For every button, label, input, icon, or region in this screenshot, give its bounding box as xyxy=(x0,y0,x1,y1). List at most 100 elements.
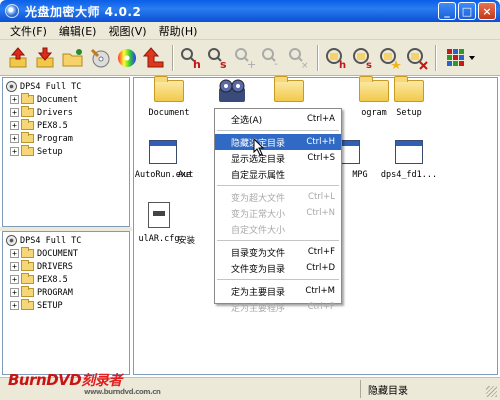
file-item-dps4-fd1[interactable]: dps4_fd1... xyxy=(374,140,444,180)
tree-item-program[interactable]: + Program xyxy=(6,132,129,145)
open-red-arrow-icon[interactable] xyxy=(6,44,32,72)
menu-help[interactable]: 帮助(H) xyxy=(153,23,204,39)
up-arrow-icon[interactable] xyxy=(141,44,167,72)
folder-icon xyxy=(274,76,304,102)
menu-hide-directory[interactable]: 隐藏选定目录Ctrl+H xyxy=(215,134,341,156)
tree-item-label: PEX8.5 xyxy=(37,274,68,285)
show-s-icon[interactable]: s xyxy=(205,44,231,72)
menu-directory-to-file[interactable]: 目录变为文件 Ctrl+F xyxy=(215,244,341,260)
close-button[interactable]: × xyxy=(478,2,496,20)
tree-item-label: DRIVERS xyxy=(37,261,73,272)
svg-text:-: - xyxy=(274,57,278,70)
folder-icon xyxy=(21,299,34,310)
expand-icon[interactable]: + xyxy=(10,121,19,130)
expand-icon[interactable]: + xyxy=(10,275,19,284)
maximize-button[interactable]: □ xyxy=(458,2,476,20)
menu-custom-file-size[interactable]: 自定文件大小 xyxy=(215,221,341,237)
enlarge-icon[interactable]: - xyxy=(259,44,285,72)
watermark-logo: BurnDVD刻录者 www.burndvd.com.cn xyxy=(8,370,161,396)
tree-item-label: Setup xyxy=(37,146,63,157)
svg-text:h: h xyxy=(193,58,201,70)
burn-disc-icon[interactable] xyxy=(87,44,113,72)
tree-item-program[interactable]: + PROGRAM xyxy=(6,286,129,299)
tree-root-label: DPS4 Full TC xyxy=(20,81,82,92)
tree-item-setup[interactable]: + SETUP xyxy=(6,299,129,312)
svg-text:×: × xyxy=(301,61,309,70)
expand-icon[interactable]: + xyxy=(10,249,19,258)
folder-icon xyxy=(21,286,34,297)
menu-file-to-directory[interactable]: 文件变为目录 Ctrl+D xyxy=(215,260,341,276)
watermark-url: www.burndvd.com.cn xyxy=(84,388,161,396)
tree-item-label: Drivers xyxy=(37,107,73,118)
svg-text:s: s xyxy=(220,58,227,70)
tree-item-label: DOCUMENT xyxy=(37,248,78,259)
tree-item-document[interactable]: + DOCUMENT xyxy=(6,247,129,260)
expand-icon[interactable]: + xyxy=(10,288,19,297)
file-item-setup[interactable]: Setup xyxy=(374,76,444,118)
menu-set-main-program[interactable]: 定为主要程序 Ctrl+P xyxy=(215,299,341,315)
hide-folder-h-icon[interactable]: h xyxy=(323,44,349,72)
folder-tree-bottom[interactable]: DPS4 Full TC + DOCUMENT + DRIVERS + PEX8.5 … xyxy=(2,231,130,375)
folder-tree-top[interactable]: DPS4 Full TC + Document + Drivers + PEX8.5 … xyxy=(2,77,130,227)
folder-icon xyxy=(154,76,184,102)
star-folder-icon[interactable] xyxy=(377,44,403,72)
tree-item-label: PROGRAM xyxy=(37,287,73,298)
menu-make-huge-file[interactable]: 变为超大文件 Ctrl+L xyxy=(215,189,341,205)
file-label: Setup xyxy=(396,108,422,118)
file-item-drivers[interactable] xyxy=(254,76,324,108)
menu-make-normal-size[interactable]: 变为正常大小 Ctrl+N xyxy=(215,205,341,221)
toolbar: h s + - × h s xyxy=(0,40,500,76)
delete-folder-icon[interactable] xyxy=(404,44,430,72)
file-item-anzhuang[interactable]: 安装 xyxy=(178,202,208,246)
shrink-icon[interactable]: + xyxy=(232,44,258,72)
resize-grip-icon[interactable] xyxy=(486,386,497,397)
context-menu: 全选(A)Ctrl+A 隐藏选定目录Ctrl+H 显示选定目录Ctrl+S 自定… xyxy=(214,108,342,314)
tree-item-drivers[interactable]: + DRIVERS xyxy=(6,260,129,273)
hide-h-icon[interactable]: h xyxy=(178,44,204,72)
menu-show-directory[interactable]: 显示选定目录 Ctrl+S xyxy=(215,150,341,166)
tree-item-label: PEX8.5 xyxy=(37,120,68,131)
menu-bar: 文件(F) 编辑(E) 视图(V) 帮助(H) xyxy=(0,22,500,40)
status-text: 隐藏目录 xyxy=(368,386,408,397)
view-grid-icon[interactable] xyxy=(445,44,479,72)
expand-icon[interactable]: + xyxy=(10,95,19,104)
folder-icon xyxy=(21,145,34,156)
cd-drive-icon xyxy=(6,235,17,246)
svg-text:+: + xyxy=(247,58,256,70)
file-item-document[interactable]: Document xyxy=(134,76,204,118)
expand-icon[interactable]: + xyxy=(10,301,19,310)
menu-file[interactable]: 文件(F) xyxy=(4,23,53,39)
menu-select-all[interactable]: 全选(A) Ctrl+A xyxy=(215,111,341,127)
tree-item-label: Program xyxy=(37,133,73,144)
open-folder-icon[interactable] xyxy=(60,44,86,72)
expand-icon[interactable]: + xyxy=(10,147,19,156)
save-down-arrow-icon[interactable] xyxy=(33,44,59,72)
tree-item-label: Document xyxy=(37,94,78,105)
menu-edit[interactable]: 编辑(E) xyxy=(53,23,103,39)
expand-icon[interactable]: + xyxy=(10,134,19,143)
folder-icon xyxy=(394,76,424,102)
title-bar: 光盘加密大师 4.0.2 _ □ × xyxy=(0,0,500,22)
file-item-autorun-2[interactable]: Aut xyxy=(178,140,208,180)
color-disc-icon[interactable] xyxy=(114,44,140,72)
file-label: Document xyxy=(148,108,190,118)
expand-icon[interactable]: + xyxy=(10,108,19,117)
tree-item-pex[interactable]: + PEX8.5 xyxy=(6,119,129,132)
menu-custom-attributes[interactable]: 自定显示属性 xyxy=(215,166,341,182)
show-folder-s-icon[interactable]: s xyxy=(350,44,376,72)
folder-icon xyxy=(21,273,34,284)
tree-item-document[interactable]: + Document xyxy=(6,93,129,106)
tree-root[interactable]: DPS4 Full TC xyxy=(6,80,129,93)
expand-icon[interactable]: + xyxy=(10,262,19,271)
window-controls: _ □ × xyxy=(438,2,496,20)
minimize-button[interactable]: _ xyxy=(438,2,456,20)
folder-icon xyxy=(21,106,34,117)
remove-icon[interactable]: × xyxy=(286,44,312,72)
menu-set-main-directory[interactable]: 定为主要目录 Ctrl+M xyxy=(215,283,341,299)
tree-root[interactable]: DPS4 Full TC xyxy=(6,234,129,247)
tree-item-setup[interactable]: + Setup xyxy=(6,145,129,158)
config-file-icon xyxy=(148,202,170,228)
menu-view[interactable]: 视图(V) xyxy=(102,23,152,39)
tree-item-pex[interactable]: + PEX8.5 xyxy=(6,273,129,286)
tree-item-drivers[interactable]: + Drivers xyxy=(6,106,129,119)
